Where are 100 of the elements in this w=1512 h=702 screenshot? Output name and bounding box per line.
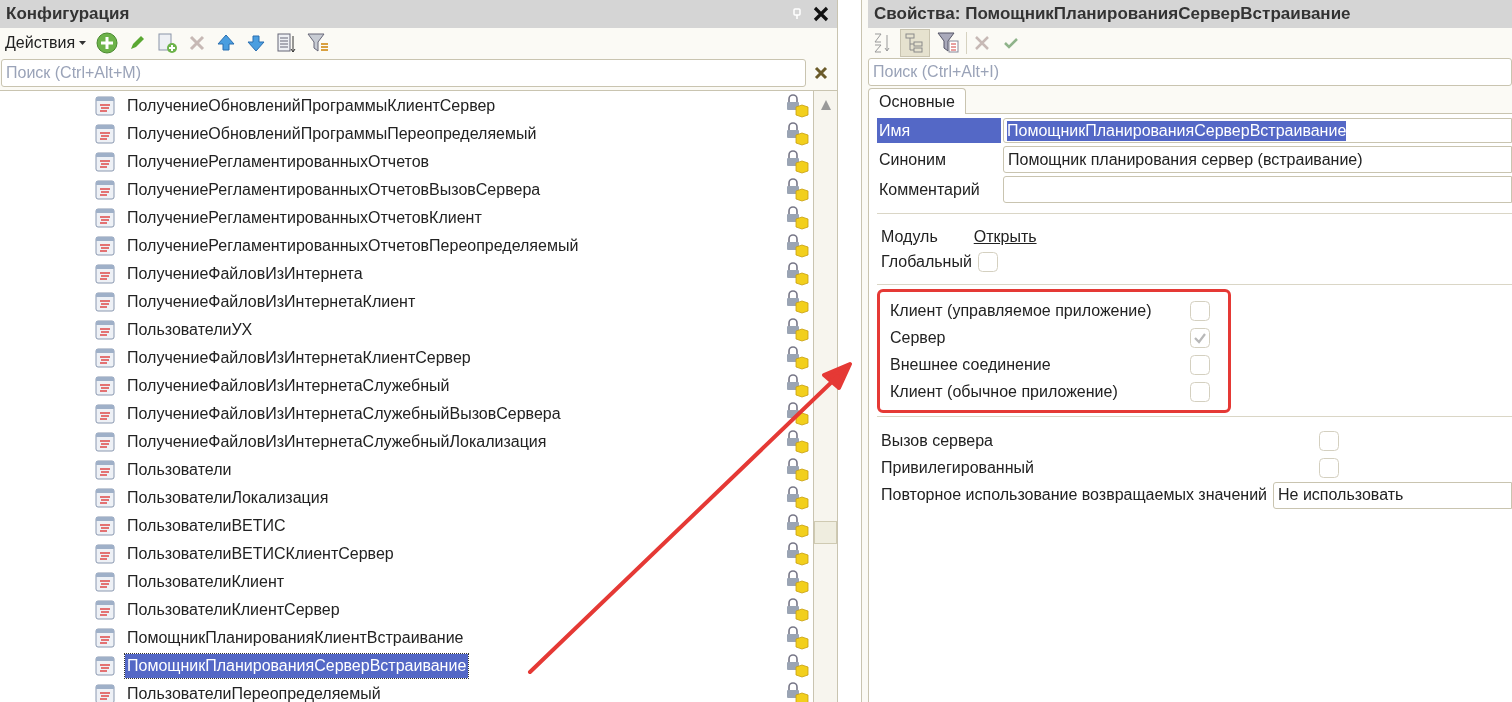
lock-icon bbox=[785, 374, 809, 398]
tree-item[interactable]: ПолучениеФайловИзИнтернета bbox=[125, 262, 365, 286]
tree-item[interactable]: ПомощникПланированияСерверВстраивание bbox=[125, 654, 469, 678]
module-icon bbox=[95, 432, 115, 452]
tree-item[interactable]: ПолучениеФайловИзИнтернетаКлиентСервер bbox=[125, 346, 473, 370]
field-label: Комментарий bbox=[878, 179, 981, 200]
module-icon bbox=[95, 600, 115, 620]
checkbox[interactable] bbox=[1319, 430, 1339, 451]
lock-icon bbox=[785, 150, 809, 174]
tree-item[interactable]: ПолучениеОбновленийПрограммыКлиентСервер bbox=[125, 94, 498, 118]
lock-icon bbox=[785, 290, 809, 314]
tree-item[interactable]: ПользователиКлиент bbox=[125, 570, 287, 594]
pin-icon[interactable] bbox=[793, 8, 801, 20]
module-icon bbox=[95, 544, 115, 564]
panel-title: Конфигурация bbox=[6, 3, 130, 26]
field-label: Синоним bbox=[878, 149, 947, 170]
checkbox[interactable] bbox=[1319, 457, 1339, 478]
lock-icon bbox=[785, 626, 809, 650]
tree-item[interactable]: ПолучениеФайловИзИнтернетаСлужебныйЛокализация bbox=[125, 430, 549, 454]
search-field[interactable]: Поиск (Ctrl+Alt+M) bbox=[1, 59, 806, 87]
filter-icon[interactable] bbox=[306, 32, 331, 54]
actions-menu-button[interactable]: Действия bbox=[5, 31, 87, 55]
checkbox-label: Привилегированный bbox=[881, 457, 1034, 478]
tree-item[interactable]: ПользователиПереопределяемый bbox=[125, 682, 383, 702]
checkbox-label: Сервер bbox=[890, 327, 946, 348]
close-icon[interactable] bbox=[813, 6, 829, 22]
tree-item[interactable]: ПолучениеОбновленийПрограммыПереопределяемый bbox=[125, 122, 539, 146]
lock-icon bbox=[785, 654, 809, 678]
module-icon bbox=[95, 180, 115, 200]
synonym-field[interactable]: Помощник планирования сервер (встраивание) bbox=[1003, 146, 1512, 173]
checkbox[interactable] bbox=[1190, 327, 1210, 348]
lock-icon bbox=[785, 570, 809, 594]
pencil-icon[interactable] bbox=[128, 34, 147, 52]
open-module-link[interactable]: Открыть bbox=[973, 225, 1037, 249]
field-label: Имя bbox=[877, 118, 1001, 143]
tree-item[interactable]: ПользователиКлиентСервер bbox=[125, 598, 342, 622]
module-icon bbox=[95, 236, 115, 256]
checkbox[interactable] bbox=[1190, 300, 1210, 321]
dropdown-field[interactable]: Не использовать bbox=[1273, 481, 1512, 509]
tree-item[interactable]: ПолучениеФайловИзИнтернетаСлужебныйВызовСервера bbox=[125, 402, 563, 426]
checkbox-label: Клиент (управляемое приложение) bbox=[890, 300, 1152, 321]
clear-search-icon[interactable] bbox=[814, 66, 828, 80]
copy-add-icon[interactable] bbox=[156, 32, 179, 54]
tree-item[interactable]: Пользователи bbox=[125, 458, 234, 482]
lock-icon bbox=[785, 598, 809, 622]
module-icon bbox=[95, 264, 115, 284]
tree-item[interactable]: ПользователиЛокализация bbox=[125, 486, 331, 510]
field-label: Повторное использование возвращаемых значений bbox=[881, 485, 1268, 505]
arrow-down-icon[interactable] bbox=[246, 33, 267, 53]
module-icon bbox=[95, 404, 115, 424]
checkbox[interactable] bbox=[1190, 381, 1210, 402]
field-label: Глобальный bbox=[881, 252, 972, 272]
search-field[interactable]: Поиск (Ctrl+Alt+I) bbox=[868, 58, 1512, 86]
checkbox-label: Вызов сервера bbox=[881, 430, 993, 451]
add-icon[interactable] bbox=[96, 32, 119, 54]
tree-item[interactable]: ПолучениеРегламентированныхОтчетовВызовСервера bbox=[125, 178, 543, 202]
comment-field[interactable] bbox=[1003, 176, 1512, 203]
checkbox[interactable] bbox=[1190, 354, 1210, 375]
checkbox[interactable] bbox=[977, 252, 998, 272]
module-icon bbox=[95, 124, 115, 144]
module-icon bbox=[95, 572, 115, 592]
tree-item[interactable]: ПользователиВЕТИСКлиентСервер bbox=[125, 542, 396, 566]
tree-view-button[interactable] bbox=[900, 29, 930, 57]
name-field[interactable]: ПомощникПланированияСерверВстраивание bbox=[1003, 118, 1512, 143]
module-icon bbox=[95, 376, 115, 396]
panel-title: Свойства: ПомощникПланированияСерверВстраивание bbox=[874, 3, 1351, 26]
filter-icon[interactable] bbox=[936, 31, 960, 55]
tree-item[interactable]: ПолучениеРегламентированныхОтчетов bbox=[125, 150, 432, 174]
tree-item[interactable]: ПользователиУХ bbox=[125, 318, 255, 342]
tree-item[interactable]: ПолучениеРегламентированныхОтчетовКлиент bbox=[125, 206, 484, 230]
scrollbar[interactable] bbox=[813, 91, 837, 702]
delete-icon[interactable] bbox=[188, 34, 207, 52]
lock-icon bbox=[785, 178, 809, 202]
checkbox-label: Клиент (обычное приложение) bbox=[890, 381, 1118, 402]
field-label: Модуль bbox=[881, 227, 938, 247]
tree-item[interactable]: ПомощникПланированияКлиентВстраивание bbox=[125, 626, 466, 650]
field-value: Помощник планирования сервер (встраивание) bbox=[1008, 149, 1363, 170]
scroll-up-icon[interactable] bbox=[820, 99, 832, 111]
lock-icon bbox=[785, 682, 809, 702]
tree-item[interactable]: ПолучениеФайловИзИнтернетаСлужебный bbox=[125, 374, 452, 398]
module-icon bbox=[95, 208, 115, 228]
lock-icon bbox=[785, 206, 809, 230]
tree-item[interactable]: ПолучениеФайловИзИнтернетаКлиент bbox=[125, 290, 418, 314]
arrow-up-icon[interactable] bbox=[216, 33, 237, 53]
module-icon bbox=[95, 292, 115, 312]
field-value: ПомощникПланированияСерверВстраивание bbox=[1007, 120, 1347, 141]
module-icon bbox=[95, 488, 115, 508]
tree-item[interactable]: ПолучениеРегламентированныхОтчетовПереопределяемый bbox=[125, 234, 581, 258]
lock-icon bbox=[785, 94, 809, 118]
module-icon bbox=[95, 348, 115, 368]
lock-icon bbox=[785, 234, 809, 258]
delete-icon[interactable] bbox=[973, 34, 991, 52]
lock-icon bbox=[785, 486, 809, 510]
scroll-thumb[interactable] bbox=[814, 521, 837, 544]
checkmark-icon[interactable] bbox=[1003, 35, 1019, 51]
tab[interactable]: Основные bbox=[868, 88, 966, 115]
tree-item[interactable]: ПользователиВЕТИС bbox=[125, 514, 288, 538]
module-icon bbox=[95, 152, 115, 172]
sort-list-icon[interactable] bbox=[276, 32, 297, 54]
tree-icon bbox=[904, 32, 926, 54]
